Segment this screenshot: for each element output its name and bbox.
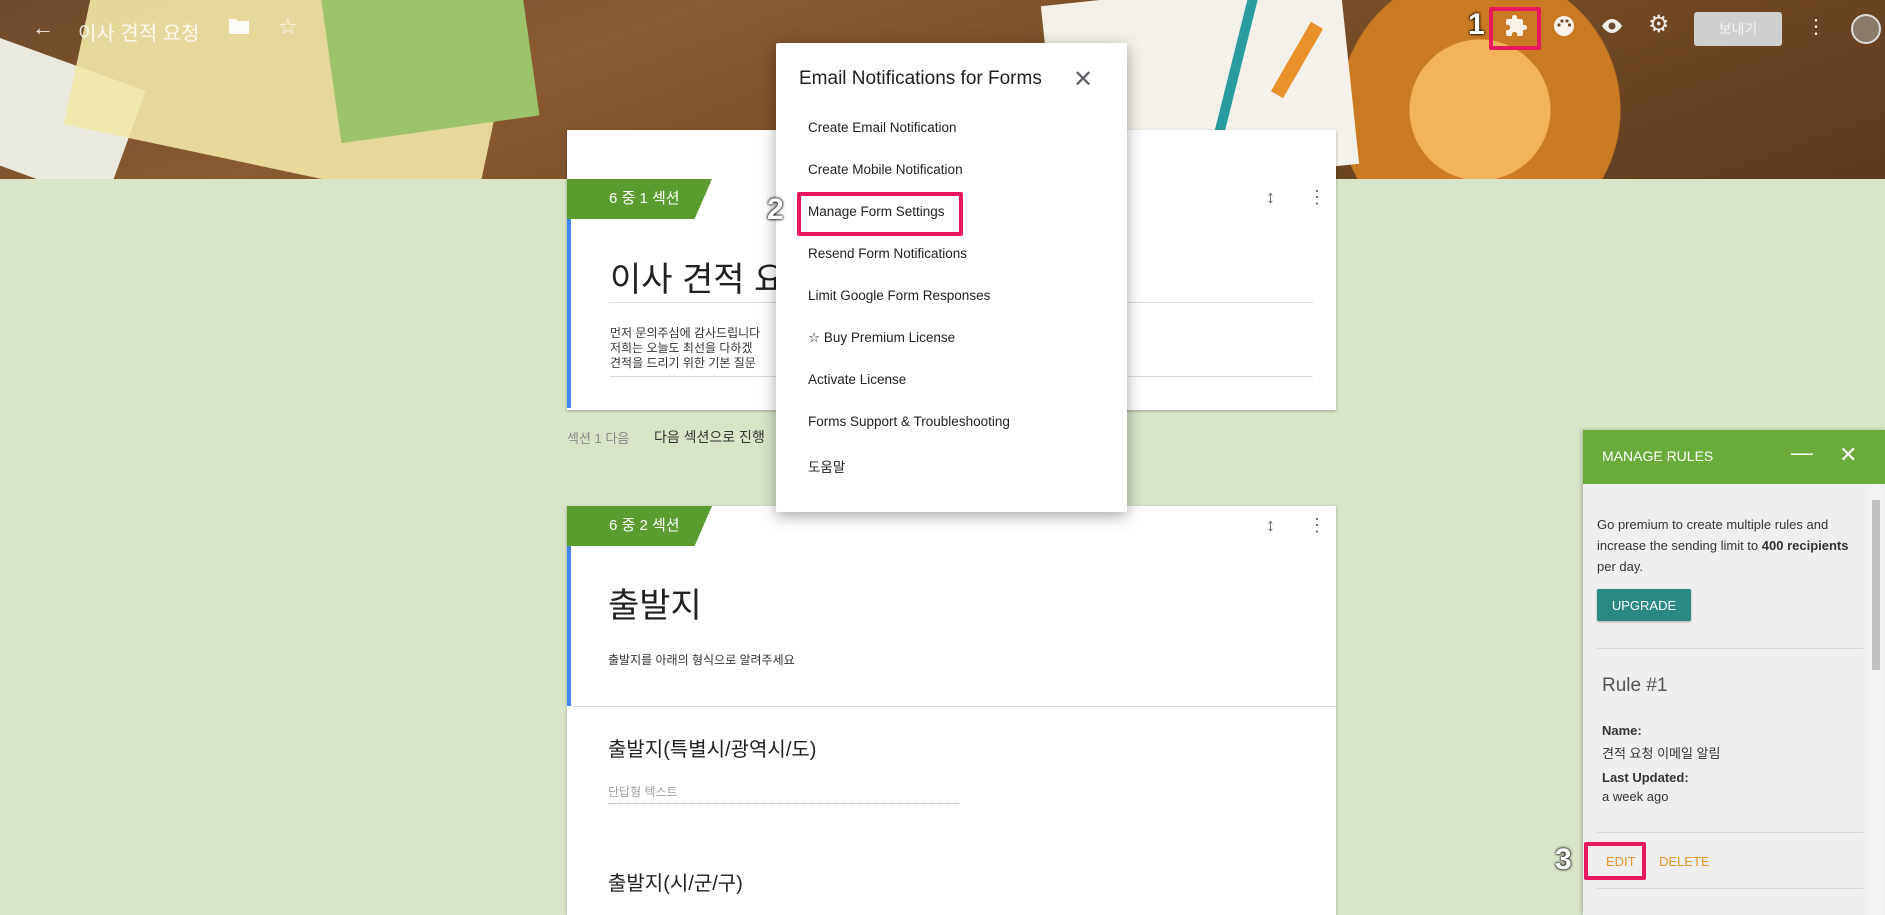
question-title[interactable]: 출발지(특별시/광역시/도) bbox=[608, 733, 816, 762]
divider bbox=[1597, 832, 1863, 833]
section-description[interactable]: 출발지를 아래의 형식으로 알려주세요 bbox=[608, 653, 795, 668]
menu-item-buy-premium[interactable]: ☆ Buy Premium License bbox=[808, 330, 955, 346]
menu-item-activate-license[interactable]: Activate License bbox=[808, 372, 906, 387]
step-marker-3: 3 bbox=[1555, 843, 1572, 876]
menu-item-create-email[interactable]: Create Email Notification bbox=[808, 120, 957, 135]
divider bbox=[1597, 648, 1863, 649]
question-title[interactable]: 출발지(시/군/구) bbox=[608, 867, 743, 896]
rule-heading: Rule #1 bbox=[1602, 675, 1668, 696]
highlight-box-addons bbox=[1489, 7, 1541, 50]
section-tag: 6 중 1 섹션 bbox=[567, 179, 712, 219]
divider bbox=[571, 706, 1336, 707]
highlight-box-edit bbox=[1584, 842, 1646, 880]
panel-header: MANAGE RULES — ✕ bbox=[1583, 430, 1885, 484]
rule-updated-label: Last Updated: bbox=[1602, 770, 1689, 785]
section-card bbox=[567, 506, 1336, 915]
delete-rule-button[interactable]: DELETE bbox=[1653, 853, 1716, 870]
section-accent-bar bbox=[567, 546, 571, 706]
panel-title: MANAGE RULES bbox=[1602, 448, 1714, 464]
dialog-title: Email Notifications for Forms bbox=[799, 68, 1042, 89]
rule-updated-value: a week ago bbox=[1602, 789, 1669, 804]
rule-name-label: Name: bbox=[1602, 723, 1642, 738]
premium-promo-text: Go premium to create multiple rules and … bbox=[1597, 514, 1859, 577]
menu-item-limit-responses[interactable]: Limit Google Form Responses bbox=[808, 288, 990, 303]
more-vert-icon[interactable]: ⋮ bbox=[1806, 15, 1826, 39]
menu-item-help[interactable]: 도움말 bbox=[808, 456, 845, 476]
section-title[interactable]: 출발지 bbox=[608, 578, 702, 627]
menu-item-create-mobile[interactable]: Create Mobile Notification bbox=[808, 162, 963, 177]
short-answer-field: 단답형 텍스트 bbox=[608, 783, 960, 804]
more-vert-icon[interactable]: ⋮ bbox=[1308, 187, 1326, 208]
form-description[interactable]: 먼저 문의주심에 감사드립니다 저희는 오늘도 최선을 다하겠 견적을 드리기 … bbox=[610, 326, 760, 371]
section-tag: 6 중 2 섹션 bbox=[567, 506, 712, 546]
menu-item-resend[interactable]: Resend Form Notifications bbox=[808, 246, 967, 261]
back-arrow-icon[interactable]: ← bbox=[32, 16, 54, 40]
palette-icon[interactable] bbox=[1553, 15, 1575, 42]
settings-gear-icon[interactable]: ⚙ bbox=[1648, 13, 1670, 37]
step-marker-1: 1 bbox=[1468, 8, 1485, 41]
after-section-select[interactable]: 다음 섹션으로 진행 bbox=[654, 427, 765, 447]
step-marker-2: 2 bbox=[767, 193, 784, 226]
scrollbar-thumb[interactable] bbox=[1872, 500, 1880, 670]
close-icon[interactable]: ✕ bbox=[1839, 442, 1857, 468]
avatar[interactable] bbox=[1851, 14, 1881, 44]
panel-scrollbar[interactable] bbox=[1869, 486, 1883, 915]
more-vert-icon[interactable]: ⋮ bbox=[1308, 515, 1326, 536]
form-title[interactable]: 이사 견적 요 bbox=[610, 252, 785, 301]
promo-text-end: per day. bbox=[1597, 559, 1644, 574]
email-notifications-dialog: Email Notifications for Forms ✕ Create E… bbox=[776, 43, 1127, 512]
preview-eye-icon[interactable] bbox=[1600, 15, 1624, 42]
star-icon[interactable]: ☆ bbox=[278, 15, 298, 39]
highlight-box-manage-settings bbox=[797, 192, 963, 236]
close-icon[interactable]: ✕ bbox=[1073, 65, 1093, 94]
divider bbox=[1597, 888, 1863, 889]
after-section-label: 섹션 1 다음 bbox=[567, 431, 630, 446]
document-title[interactable]: 이사 견적 요청 bbox=[78, 17, 200, 46]
minimize-icon[interactable]: — bbox=[1791, 440, 1813, 466]
upgrade-button[interactable]: UPGRADE bbox=[1597, 589, 1691, 621]
send-button[interactable]: 보내기 bbox=[1694, 12, 1782, 46]
menu-item-support[interactable]: Forms Support & Troubleshooting bbox=[808, 414, 1010, 429]
collapse-icon[interactable]: ↕ bbox=[1266, 187, 1275, 208]
promo-text-bold: 400 recipients bbox=[1761, 538, 1849, 553]
section-accent-bar bbox=[567, 219, 571, 408]
folder-icon[interactable] bbox=[228, 16, 250, 40]
rule-name-value: 견적 요청 이메일 알림 bbox=[1602, 746, 1721, 761]
collapse-icon[interactable]: ↕ bbox=[1266, 515, 1275, 536]
